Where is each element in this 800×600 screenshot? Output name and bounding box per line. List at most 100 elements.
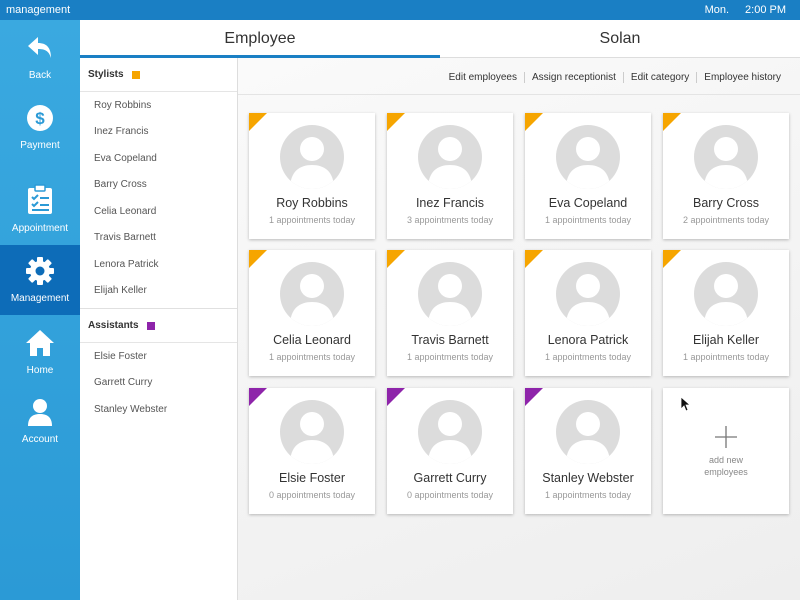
sidebar-employee-item[interactable]: Stanley Webster xyxy=(80,396,237,423)
stylists-group-header: Stylists xyxy=(80,58,237,92)
person-icon xyxy=(25,397,55,434)
employee-card[interactable]: Travis Barnett 1 appointments today xyxy=(387,250,513,376)
employee-name: Garrett Curry xyxy=(413,471,487,485)
employee-card[interactable]: Inez Francis 3 appointments today xyxy=(387,113,513,239)
employee-card[interactable]: Garrett Curry 0 appointments today xyxy=(387,388,513,514)
avatar-placeholder-icon xyxy=(418,262,482,326)
employee-name: Inez Francis xyxy=(415,196,485,210)
group-corner-marker xyxy=(387,250,405,268)
employee-card[interactable]: Eva Copeland 1 appointments today xyxy=(525,113,651,239)
avatar-placeholder-icon xyxy=(556,262,620,326)
avatar-placeholder-icon xyxy=(280,125,344,189)
day-label: Mon. xyxy=(704,4,730,16)
avatar-placeholder-icon xyxy=(418,125,482,189)
assistants-color-swatch xyxy=(146,321,155,330)
employee-history-link[interactable]: Employee history xyxy=(696,72,788,83)
sidebar-employee-item[interactable]: Lenora Patrick xyxy=(80,251,237,278)
employee-card[interactable]: Stanley Webster 1 appointments today xyxy=(525,388,651,514)
employee-name: Travis Barnett xyxy=(411,333,489,347)
appointment-count: 1 appointments today xyxy=(544,215,632,225)
nav-label: Home xyxy=(26,365,54,376)
employee-name: Lenora Patrick xyxy=(547,333,629,347)
edit-employees-link[interactable]: Edit employees xyxy=(442,72,524,83)
tab-solan[interactable]: Solan xyxy=(440,20,800,57)
nav-label: Account xyxy=(21,434,59,445)
appointment-count: 2 appointments today xyxy=(682,215,770,225)
stylists-group-title: Stylists xyxy=(88,69,124,80)
mouse-pointer-icon xyxy=(680,396,692,412)
assistants-group-title: Assistants xyxy=(88,320,139,331)
group-corner-marker xyxy=(525,113,543,131)
nav-management[interactable]: Management xyxy=(0,245,80,315)
appointment-count: 0 appointments today xyxy=(406,490,494,500)
main-content: Edit employees Assign receptionist Edit … xyxy=(238,58,800,600)
employee-card[interactable]: Barry Cross 2 appointments today xyxy=(663,113,789,239)
nav-appointment[interactable]: Appointment xyxy=(0,174,80,244)
employee-name: Elsie Foster xyxy=(279,471,345,485)
assign-receptionist-link[interactable]: Assign receptionist xyxy=(523,72,623,83)
tab-employee[interactable]: Employee xyxy=(80,20,440,58)
nav-payment[interactable]: $ Payment xyxy=(0,92,80,162)
group-corner-marker xyxy=(249,250,267,268)
sidebar-employee-item[interactable]: Barry Cross xyxy=(80,172,237,199)
nav-label: Payment xyxy=(20,140,60,151)
nav-label: Management xyxy=(10,293,70,304)
stylists-color-swatch xyxy=(131,70,140,79)
sidebar-employee-item[interactable]: Eva Copeland xyxy=(80,145,237,172)
employee-card[interactable]: Lenora Patrick 1 appointments today xyxy=(525,250,651,376)
group-corner-marker xyxy=(525,388,543,406)
employee-name: Celia Leonard xyxy=(273,333,351,347)
sidebar-employee-item[interactable]: Celia Leonard xyxy=(80,198,237,225)
nav-home[interactable]: Home xyxy=(0,317,80,387)
assistants-group-header: Assistants xyxy=(80,309,237,343)
nav-label: Appointment xyxy=(11,223,69,234)
sidebar-employee-item[interactable]: Inez Francis xyxy=(80,119,237,146)
nav-account[interactable]: Account xyxy=(0,386,80,456)
tab-bar: Employee Solan xyxy=(80,20,800,58)
group-corner-marker xyxy=(249,388,267,406)
appointment-count: 1 appointments today xyxy=(406,352,494,362)
appointment-count: 1 appointments today xyxy=(268,352,356,362)
app-title: management xyxy=(6,4,71,16)
nav-label: Back xyxy=(28,70,52,81)
employee-card[interactable]: Elijah Keller 1 appointments today xyxy=(663,250,789,376)
back-arrow-icon xyxy=(25,33,55,70)
appointment-count: 1 appointments today xyxy=(682,352,770,362)
avatar-placeholder-icon xyxy=(694,125,758,189)
time-label: 2:00 PM xyxy=(745,4,786,16)
clipboard-check-icon xyxy=(25,184,55,223)
sidebar-employee-item[interactable]: Roy Robbins xyxy=(80,92,237,119)
sidebar-employee-item[interactable]: Elijah Keller xyxy=(80,278,237,305)
employee-sidebar: Stylists Roy Robbins Inez Francis Eva Cope… xyxy=(80,58,238,600)
action-bar: Edit employees Assign receptionist Edit … xyxy=(442,72,788,83)
sidebar-employee-item[interactable]: Elsie Foster xyxy=(80,343,237,370)
stylists-list: Roy Robbins Inez Francis Eva Copeland Barry… xyxy=(80,92,237,304)
gear-icon xyxy=(25,256,55,293)
group-corner-marker xyxy=(663,113,681,131)
employee-name: Eva Copeland xyxy=(548,196,628,210)
appointment-count: 1 appointments today xyxy=(268,215,356,225)
sidebar-employee-item[interactable]: Garrett Curry xyxy=(80,370,237,397)
employee-card[interactable]: Roy Robbins 1 appointments today xyxy=(249,113,375,239)
dollar-icon: $ xyxy=(25,103,55,140)
avatar-placeholder-icon xyxy=(280,262,344,326)
avatar-placeholder-icon xyxy=(418,400,482,464)
sidebar-employee-item[interactable]: Travis Barnett xyxy=(80,225,237,252)
avatar-placeholder-icon xyxy=(694,262,758,326)
appointment-count: 3 appointments today xyxy=(406,215,494,225)
group-corner-marker xyxy=(249,113,267,131)
home-icon xyxy=(24,328,56,365)
employee-name: Roy Robbins xyxy=(276,196,348,210)
avatar-placeholder-icon xyxy=(280,400,344,464)
edit-category-link[interactable]: Edit category xyxy=(622,72,696,83)
employee-name: Elijah Keller xyxy=(692,333,759,347)
svg-text:$: $ xyxy=(35,109,45,128)
left-navigation: Back $ Payment Appointment Management Home Acc… xyxy=(0,20,80,600)
employee-card[interactable]: Elsie Foster 0 appointments today xyxy=(249,388,375,514)
nav-back[interactable]: Back xyxy=(0,22,80,92)
clock: Mon. 2:00 PM xyxy=(705,4,786,16)
employee-card[interactable]: Celia Leonard 1 appointments today xyxy=(249,250,375,376)
add-employee-label: add new employees xyxy=(704,455,748,477)
group-corner-marker xyxy=(387,388,405,406)
employee-name: Barry Cross xyxy=(693,196,759,210)
